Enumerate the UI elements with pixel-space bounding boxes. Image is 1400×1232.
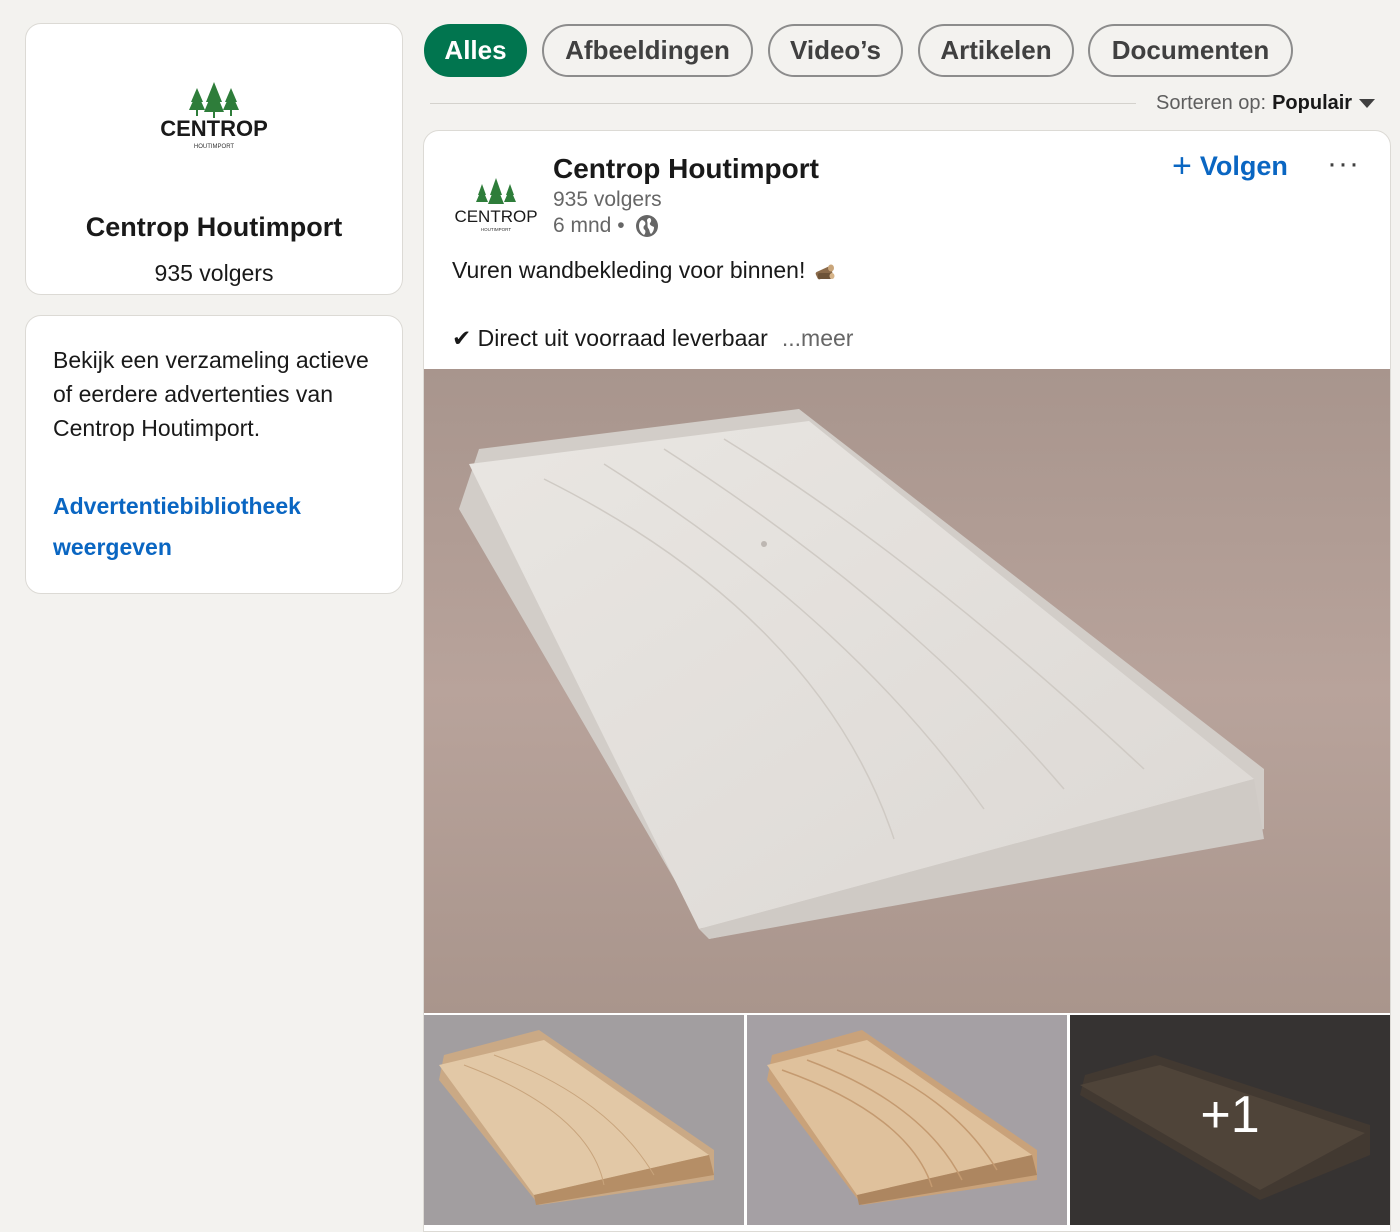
company-logo[interactable]: CENTROP HOUTIMPORT xyxy=(26,70,402,154)
more-options-icon[interactable]: ··· xyxy=(1327,147,1360,181)
ad-library-description: Bekijk een verzameling actieve of eerder… xyxy=(53,347,369,441)
filter-documents[interactable]: Documenten xyxy=(1088,24,1293,77)
company-followers: 935 volgers xyxy=(154,260,274,286)
filter-all[interactable]: Alles xyxy=(424,24,527,77)
post-time-text: 6 mnd • xyxy=(553,214,625,237)
post-image-thumbnail[interactable] xyxy=(747,1015,1067,1225)
filter-images[interactable]: Afbeeldingen xyxy=(542,24,753,77)
sort-dropdown[interactable]: Sorteren op: Populair xyxy=(1156,92,1376,115)
follow-button[interactable]: + Volgen xyxy=(1172,149,1288,183)
filter-articles[interactable]: Artikelen xyxy=(918,24,1074,77)
sort-label: Sorteren op: xyxy=(1156,92,1267,114)
post-main-image[interactable] xyxy=(424,369,1391,1013)
svg-text:HOUTIMPORT: HOUTIMPORT xyxy=(481,227,511,232)
post-text-1: Vuren wandbekleding voor binnen! xyxy=(452,257,806,283)
ad-library-card: Bekijk een verzameling actieve of eerder… xyxy=(25,315,403,594)
divider xyxy=(430,103,1136,104)
post-author-followers: 935 volgers xyxy=(553,188,662,211)
plus-icon: + xyxy=(1172,147,1192,185)
caret-down-icon xyxy=(1359,99,1376,108)
ad-library-link[interactable]: Advertentiebibliotheek weergeven xyxy=(53,486,373,568)
company-card: CENTROP HOUTIMPORT Centrop Houtimport 93… xyxy=(25,23,403,295)
post-author-avatar[interactable]: CENTROP HOUTIMPORT xyxy=(454,161,538,245)
post-timestamp: 6 mnd • xyxy=(553,214,659,238)
svg-text:CENTROP: CENTROP xyxy=(454,207,537,226)
post-text-line-1: Vuren wandbekleding voor binnen! xyxy=(452,257,837,284)
more-images-overlay[interactable]: +1 xyxy=(1070,1015,1390,1225)
svg-text:CENTROP: CENTROP xyxy=(160,116,268,141)
follow-label: Volgen xyxy=(1199,150,1288,181)
see-more-link[interactable]: ...meer xyxy=(782,325,854,351)
more-images-count: +1 xyxy=(1200,1086,1260,1144)
post-text-2: ✔ Direct uit voorraad leverbaar xyxy=(452,325,768,351)
filter-videos[interactable]: Video’s xyxy=(768,24,903,77)
svg-text:HOUTIMPORT: HOUTIMPORT xyxy=(194,144,235,150)
centrop-logo-icon: CENTROP HOUTIMPORT xyxy=(454,178,538,232)
feed-post: CENTROP HOUTIMPORT Centrop Houtimport 93… xyxy=(423,130,1391,1232)
post-text-line-2: ✔ Direct uit voorraad leverbaar ...meer xyxy=(452,325,853,352)
company-name[interactable]: Centrop Houtimport xyxy=(26,212,402,243)
sort-value: Populair xyxy=(1272,92,1353,114)
centrop-logo-icon: CENTROP HOUTIMPORT xyxy=(160,82,268,150)
globe-icon xyxy=(635,215,658,237)
post-image-thumbnail[interactable] xyxy=(424,1015,744,1225)
wood-emoji-icon xyxy=(816,264,835,279)
post-author-name[interactable]: Centrop Houtimport xyxy=(553,153,819,185)
